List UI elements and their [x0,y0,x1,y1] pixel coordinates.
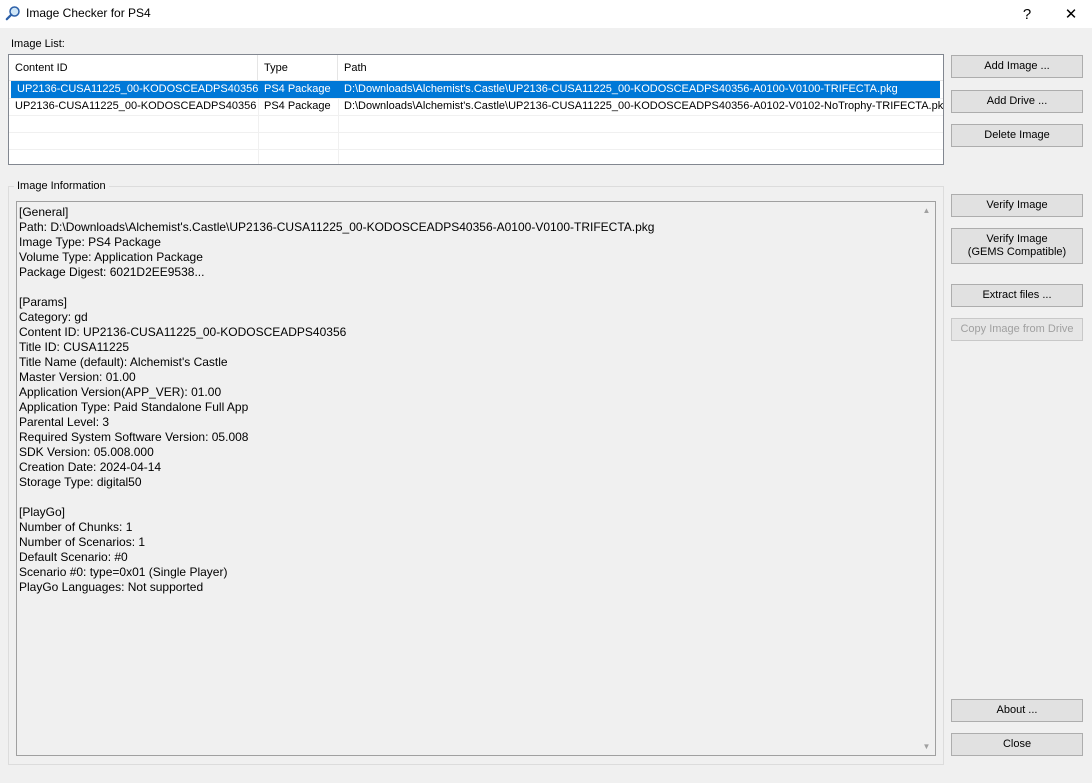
column-header-type[interactable]: Type [258,55,338,81]
cell-path: D:\Downloads\Alchemist's.Castle\UP2136-C… [344,100,943,112]
column-header-content-id[interactable]: Content ID [9,55,258,81]
close-window-icon[interactable]: ✕ [1048,0,1092,28]
image-information-textbox[interactable]: [General] Path: D:\Downloads\Alchemist's… [16,201,936,756]
cell-path: D:\Downloads\Alchemist's.Castle\UP2136-C… [344,83,898,95]
magnifier-app-icon [5,6,20,21]
add-image-button[interactable]: Add Image ... [951,55,1083,78]
cell-type: PS4 Package [264,100,331,112]
delete-image-button[interactable]: Delete Image [951,124,1083,147]
close-button[interactable]: Close [951,733,1083,756]
add-drive-button[interactable]: Add Drive ... [951,90,1083,113]
verify-image-button[interactable]: Verify Image [951,194,1083,217]
grid-line [9,149,943,150]
image-list[interactable]: Content ID Type Path UP2136-CUSA11225_00… [8,54,944,165]
help-button[interactable]: ? [1004,0,1050,28]
verify-image-gems-button[interactable]: Verify Image (GEMS Compatible) [951,228,1083,264]
grid-line [9,115,943,116]
cell-content-id: UP2136-CUSA11225_00-KODOSCEADPS40356 [15,100,257,112]
image-information-label: Image Information [14,180,109,192]
column-header-path[interactable]: Path [338,55,943,81]
vertical-scrollbar[interactable]: ▲ ▼ [918,202,935,755]
table-row[interactable]: UP2136-CUSA11225_00-KODOSCEADPS40356 PS4… [9,98,943,115]
window-title: Image Checker for PS4 [26,6,151,20]
scroll-down-icon[interactable]: ▼ [918,738,935,755]
about-button[interactable]: About ... [951,699,1083,722]
image-list-label: Image List: [11,38,65,50]
cell-content-id: UP2136-CUSA11225_00-KODOSCEADPS40356 [17,83,258,95]
table-row[interactable]: UP2136-CUSA11225_00-KODOSCEADPS40356 PS4… [11,81,940,98]
extract-files-button[interactable]: Extract files ... [951,284,1083,307]
scroll-up-icon[interactable]: ▲ [918,202,935,219]
cell-type: PS4 Package [264,83,331,95]
title-bar: Image Checker for PS4 ? ✕ [0,0,1092,28]
image-list-header: Content ID Type Path [9,55,943,81]
copy-image-from-drive-button[interactable]: Copy Image from Drive [951,318,1083,341]
grid-line [9,132,943,133]
image-information-text: [General] Path: D:\Downloads\Alchemist's… [19,205,655,594]
